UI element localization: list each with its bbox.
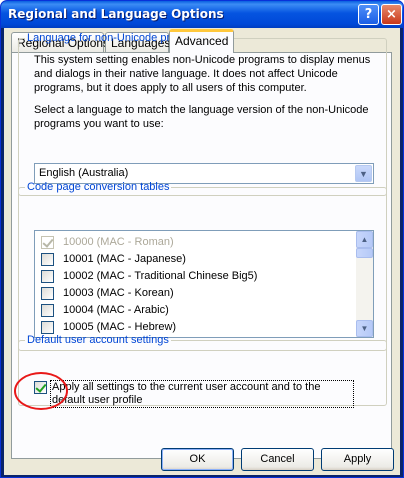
list-item[interactable]: 10001 (MAC - Japanese) bbox=[41, 251, 351, 268]
scroll-thumb[interactable] bbox=[356, 248, 373, 258]
language-select-prompt: Select a language to match the language … bbox=[34, 104, 369, 130]
list-item-label: 10003 (MAC - Korean) bbox=[63, 287, 174, 299]
title-bar[interactable]: Regional and Language Options ? × bbox=[1, 1, 403, 28]
checkbox-10004[interactable] bbox=[41, 304, 54, 317]
code-page-list[interactable]: 10000 (MAC - Roman) 10001 (MAC - Japanes… bbox=[34, 230, 374, 338]
code-page-legend: Code page conversion tables bbox=[27, 181, 170, 193]
help-button[interactable]: ? bbox=[358, 4, 379, 25]
list-item-label: 10004 (MAC - Arabic) bbox=[63, 304, 169, 316]
non-unicode-description: This system setting enables non-Unicode … bbox=[34, 54, 371, 94]
checkbox-10001[interactable] bbox=[41, 253, 54, 266]
cancel-button[interactable]: Cancel bbox=[241, 448, 314, 471]
apply-all-settings-option[interactable]: Apply all settings to the current user a… bbox=[34, 380, 354, 411]
dialog-window: Regional and Language Options ? × Region… bbox=[0, 0, 404, 478]
list-item-label: 10002 (MAC - Traditional Chinese Big5) bbox=[63, 270, 258, 282]
list-item[interactable]: 10000 (MAC - Roman) bbox=[41, 234, 351, 251]
checkbox-10002[interactable] bbox=[41, 270, 54, 283]
scroll-up-icon[interactable]: ▲ bbox=[356, 231, 373, 248]
window-title: Regional and Language Options bbox=[8, 7, 224, 21]
annotation-circle bbox=[14, 372, 68, 410]
list-item-label: 10001 (MAC - Japanese) bbox=[63, 253, 186, 265]
chevron-down-icon[interactable]: ▼ bbox=[355, 165, 372, 182]
list-item[interactable]: 10004 (MAC - Arabic) bbox=[41, 302, 351, 319]
list-item[interactable]: 10002 (MAC - Traditional Chinese Big5) bbox=[41, 268, 351, 285]
list-item[interactable]: 10003 (MAC - Korean) bbox=[41, 285, 351, 302]
checkbox-10003[interactable] bbox=[41, 287, 54, 300]
list-item-label: 10005 (MAC - Hebrew) bbox=[63, 321, 177, 333]
default-user-legend: Default user account settings bbox=[27, 334, 169, 346]
tab-advanced[interactable]: Advanced bbox=[169, 29, 234, 53]
ok-button[interactable]: OK bbox=[161, 448, 234, 471]
apply-all-label[interactable]: Apply all settings to the current user a… bbox=[50, 380, 354, 408]
language-select-value: English (Australia) bbox=[39, 167, 129, 179]
list-item-label: 10000 (MAC - Roman) bbox=[63, 236, 174, 248]
checkbox-10000 bbox=[41, 236, 54, 249]
apply-button[interactable]: Apply bbox=[321, 448, 394, 471]
close-button[interactable]: × bbox=[381, 4, 402, 25]
checkbox-10005[interactable] bbox=[41, 321, 54, 334]
list-scrollbar[interactable]: ▲ ▼ bbox=[356, 231, 373, 337]
